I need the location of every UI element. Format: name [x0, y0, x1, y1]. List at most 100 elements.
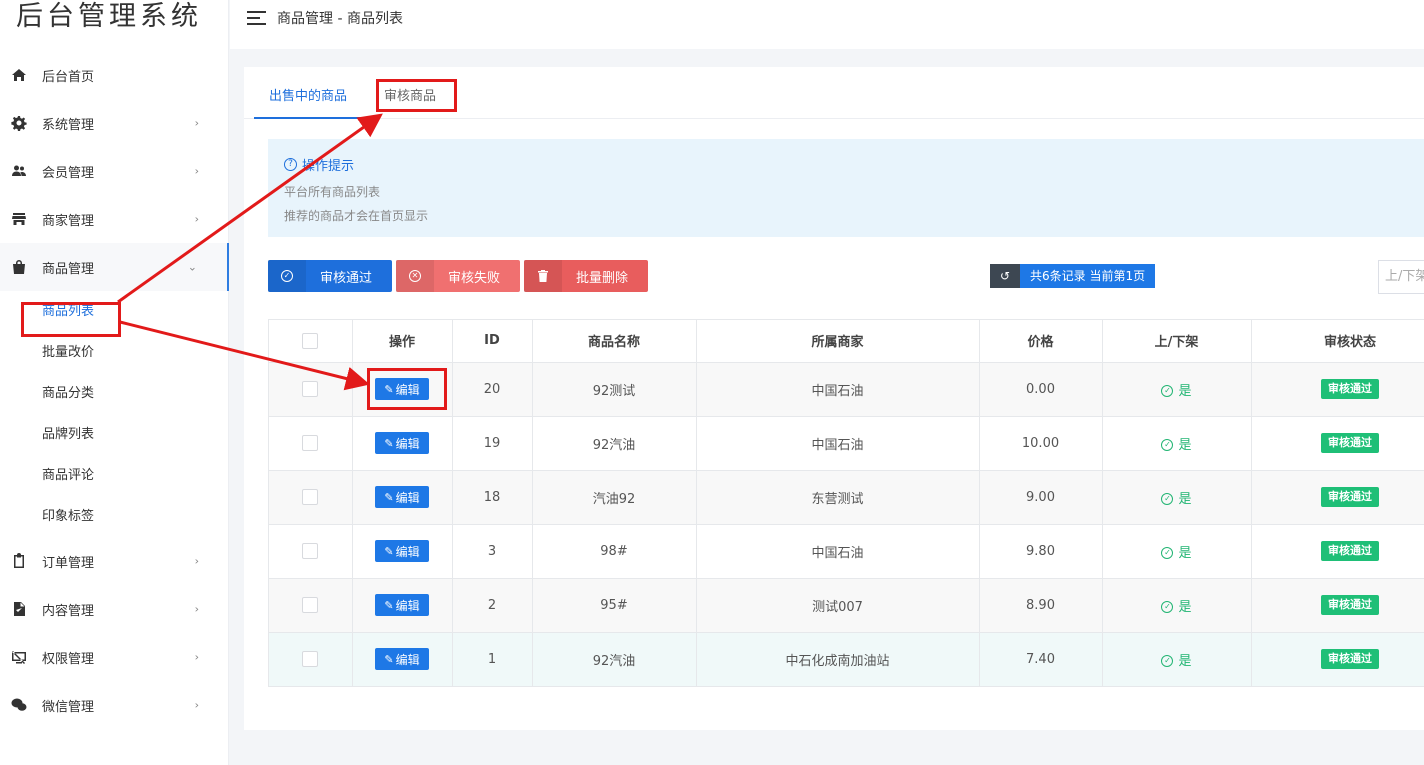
- on-sale-text: 是: [1178, 599, 1192, 615]
- highlight-edit-button: [367, 368, 447, 410]
- edit-button-label: 编辑: [395, 598, 420, 613]
- row-checkbox[interactable]: [302, 381, 319, 397]
- row-checkbox[interactable]: [302, 543, 319, 559]
- select-all-checkbox[interactable]: [302, 332, 319, 349]
- table-row: ✎ 编辑 2 95# 测试007 8.90 ✓ 是审核通过: [269, 578, 1424, 633]
- app-logo-title: 后台管理系统: [16, 1, 202, 32]
- sidebar-item-content[interactable]: 内容管理 ›: [0, 585, 229, 633]
- submenu-item-tags[interactable]: 印象标签: [0, 496, 229, 537]
- sidebar-item-members[interactable]: 会员管理 ›: [0, 147, 229, 195]
- sidebar-item-wechat[interactable]: 微信管理 ›: [0, 681, 229, 729]
- edit-button[interactable]: ✎ 编辑: [375, 648, 429, 670]
- on-sale-indicator[interactable]: ✓ 是: [1161, 437, 1192, 453]
- shopping-bag-icon: [10, 258, 28, 276]
- cell-id: 19: [452, 416, 533, 471]
- check-circle-icon: ✓: [1161, 439, 1174, 451]
- cell-name: 92汽油: [532, 416, 697, 471]
- column-header: 操作: [352, 320, 453, 363]
- cell-name: 98#: [532, 524, 697, 579]
- status-badge: 审核通过: [1321, 433, 1379, 453]
- pencil-icon: ✎: [384, 436, 394, 450]
- sidebar-item-system[interactable]: 系统管理 ›: [0, 99, 229, 147]
- table-row: ✎ 编辑 1 92汽油 中石化成南加油站 7.40 ✓ 是审核通过: [269, 632, 1424, 687]
- on-sale-indicator[interactable]: ✓ 是: [1161, 545, 1192, 561]
- on-sale-text: 是: [1178, 545, 1192, 561]
- edit-button-label: 编辑: [395, 490, 420, 505]
- edit-button[interactable]: ✎ 编辑: [375, 432, 429, 454]
- cell-price: 0.00: [979, 362, 1103, 417]
- row-checkbox[interactable]: [302, 435, 319, 451]
- edit-button[interactable]: ✎ 编辑: [375, 486, 429, 508]
- row-select-cell: [269, 632, 353, 687]
- question-icon: ?: [284, 158, 297, 171]
- row-checkbox[interactable]: [302, 489, 319, 505]
- approve-button[interactable]: ✓ 审核通过: [268, 260, 392, 292]
- row-select-cell: [269, 470, 353, 525]
- status-badge: 审核通过: [1321, 595, 1379, 615]
- cell-on-sale: ✓ 是: [1102, 524, 1252, 579]
- sidebar-item-label: 订单管理: [42, 555, 95, 571]
- toolbar: ✓ 审核通过 ✕ 审核失败 批量删除 ↺ 共6条记录 当前第1页 上/下架: [268, 260, 1424, 294]
- sidebar-item-label: 权限管理: [42, 651, 95, 667]
- sidebar-item-merchants[interactable]: 商家管理 ›: [0, 195, 229, 243]
- submenu-item-categories[interactable]: 商品分类: [0, 373, 229, 414]
- on-sale-text: 是: [1178, 653, 1192, 669]
- highlight-tab-review: [376, 79, 457, 112]
- row-select-cell: [269, 524, 353, 579]
- column-header: 所属商家: [696, 320, 980, 363]
- row-select-cell: [269, 416, 353, 471]
- sidebar-item-label: 后台首页: [42, 69, 95, 85]
- on-sale-indicator[interactable]: ✓ 是: [1161, 384, 1192, 399]
- sidebar: 后台管理系统 后台首页 系统管理 › 会员管理 › 商家管理 › 商品管理 ⌄ …: [0, 0, 229, 765]
- submenu-item-brands[interactable]: 品牌列表: [0, 414, 229, 455]
- row-checkbox[interactable]: [302, 597, 319, 613]
- status-badge: 审核通过: [1321, 541, 1379, 561]
- sidebar-item-permissions[interactable]: 权限管理 ›: [0, 633, 229, 681]
- pencil-icon: ✎: [384, 598, 394, 612]
- chevron-right-icon: ›: [194, 554, 199, 568]
- cell-id: 1: [452, 632, 533, 687]
- on-sale-indicator[interactable]: ✓ 是: [1161, 599, 1192, 615]
- on-sale-text: 是: [1178, 437, 1192, 453]
- cell-id: 20: [452, 362, 533, 417]
- store-icon: [10, 210, 28, 228]
- row-checkbox[interactable]: [302, 651, 319, 667]
- records-info: ↺ 共6条记录 当前第1页: [990, 264, 1156, 288]
- chevron-right-icon: ›: [194, 164, 199, 178]
- menu-toggle-icon[interactable]: [247, 10, 266, 25]
- chevron-right-icon: ›: [194, 116, 199, 130]
- row-actions-cell: ✎ 编辑: [352, 470, 453, 525]
- check-circle-icon: ✓: [1161, 547, 1174, 559]
- refresh-icon[interactable]: ↺: [990, 264, 1020, 288]
- on-sale-indicator[interactable]: ✓ 是: [1161, 653, 1192, 669]
- sidebar-item-label: 内容管理: [42, 603, 95, 619]
- chevron-right-icon: ›: [194, 698, 199, 712]
- edit-button[interactable]: ✎ 编辑: [375, 540, 429, 562]
- check-circle-icon: ✓: [1161, 385, 1174, 397]
- row-actions-cell: ✎ 编辑: [352, 632, 453, 687]
- cell-merchant: 中国石油: [696, 362, 980, 417]
- sidebar-item-home[interactable]: 后台首页: [0, 51, 229, 99]
- edit-button[interactable]: ✎ 编辑: [375, 594, 429, 616]
- table-header-row: 操作 ID 商品名称 所属商家 价格 上/下架 审核状态: [269, 320, 1424, 363]
- tab-on-sale[interactable]: 出售中的商品: [269, 85, 347, 104]
- sidebar-item-orders[interactable]: 订单管理 ›: [0, 537, 229, 585]
- cell-id: 3: [452, 524, 533, 579]
- top-header: 商品管理 - 商品列表: [230, 0, 1424, 49]
- sidebar-item-products[interactable]: 商品管理 ⌄: [0, 243, 229, 291]
- tips-title: ? 操作提示: [284, 155, 1424, 174]
- on-sale-indicator[interactable]: ✓ 是: [1161, 492, 1192, 507]
- pencil-icon: ✎: [384, 652, 394, 666]
- table-row: ✎ 编辑 3 98# 中国石油 9.80 ✓ 是审核通过: [269, 524, 1424, 579]
- reject-button[interactable]: ✕ 审核失败: [396, 260, 520, 292]
- highlight-product-list: [21, 302, 121, 337]
- submenu-item-batch-price[interactable]: 批量改价: [0, 332, 229, 373]
- pencil-icon: ✎: [384, 490, 394, 504]
- select-all-cell: [269, 320, 353, 363]
- batch-delete-button[interactable]: 批量删除: [524, 260, 648, 292]
- reject-button-label: 审核失败: [448, 270, 501, 286]
- submenu-item-reviews[interactable]: 商品评论: [0, 455, 229, 496]
- cell-on-sale: ✓ 是: [1102, 362, 1252, 417]
- tips-panel: ? 操作提示 平台所有商品列表 推荐的商品才会在首页显示: [268, 139, 1424, 237]
- on-sale-status-select[interactable]: 上/下架: [1378, 260, 1424, 294]
